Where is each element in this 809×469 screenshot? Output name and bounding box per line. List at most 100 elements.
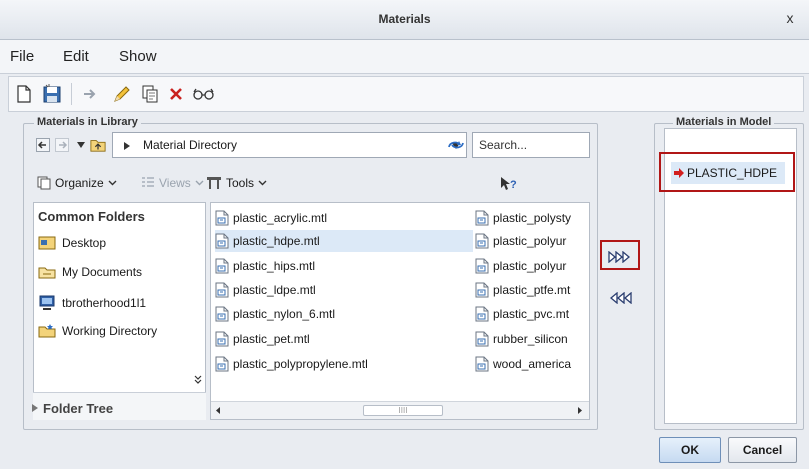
- pencil-icon[interactable]: [109, 81, 135, 107]
- file-item[interactable]: plastic_ptfe.mt: [475, 279, 589, 301]
- path-text: Material Directory: [143, 138, 238, 152]
- up-folder-icon[interactable]: [90, 136, 106, 154]
- remove-from-model-button[interactable]: [603, 285, 637, 311]
- folder-label: Working Directory: [62, 324, 158, 338]
- desktop-icon: [38, 236, 56, 250]
- file-item[interactable]: wood_america: [475, 353, 589, 375]
- file-item[interactable]: plastic_polyur: [475, 230, 589, 252]
- tools-button[interactable]: Tools: [206, 176, 267, 190]
- model-group-label: Materials in Model: [673, 116, 775, 128]
- material-file-icon: [475, 282, 489, 298]
- folder-label: tbrotherhood1l1: [62, 296, 147, 310]
- search-input[interactable]: Search...: [472, 132, 590, 158]
- common-folders-pane: Common Folders Desktop My Documents tbro…: [33, 202, 206, 420]
- new-icon[interactable]: [11, 81, 37, 107]
- file-name: plastic_ptfe.mt: [493, 283, 571, 297]
- cancel-button[interactable]: Cancel: [728, 437, 797, 463]
- breadcrumb-arrow-icon: [124, 142, 130, 150]
- tools-icon: [207, 177, 221, 189]
- menu-file[interactable]: File: [10, 48, 34, 65]
- file-item[interactable]: plastic_pet.mtl: [215, 328, 473, 350]
- scroll-thumb[interactable]: IIII: [363, 405, 443, 416]
- help-cursor-icon[interactable]: ?: [500, 176, 518, 192]
- file-item[interactable]: plastic_hips.mtl: [215, 255, 473, 277]
- file-name: plastic_pet.mtl: [233, 332, 310, 346]
- file-item[interactable]: rubber_silicon: [475, 328, 589, 350]
- folder-tree-label: Folder Tree: [43, 401, 114, 416]
- delete-icon[interactable]: [163, 81, 189, 107]
- documents-icon: [38, 267, 56, 279]
- file-name: wood_america: [493, 357, 572, 371]
- chevron-down-icon: [258, 180, 267, 186]
- glasses-icon[interactable]: [191, 81, 217, 107]
- arrow-right-icon[interactable]: [77, 81, 103, 107]
- horizontal-scrollbar[interactable]: IIII: [211, 401, 589, 419]
- file-name: plastic_hdpe.mtl: [233, 234, 320, 248]
- working-directory-icon: [38, 324, 56, 338]
- library-group-label: Materials in Library: [34, 116, 141, 128]
- file-list: plastic_acrylic.mtl plastic_hdpe.mtl plast…: [210, 202, 590, 420]
- history-dropdown-icon[interactable]: [73, 136, 89, 154]
- refresh-icon[interactable]: [446, 136, 466, 154]
- toolbar: [8, 76, 804, 112]
- menu-bar: File Edit Show: [0, 40, 809, 74]
- folder-item-desktop[interactable]: Desktop: [38, 235, 106, 251]
- file-name: plastic_polyur: [493, 234, 567, 248]
- menu-show[interactable]: Show: [119, 48, 157, 65]
- folder-label: My Documents: [62, 265, 143, 279]
- material-file-icon: [475, 306, 489, 322]
- organize-button[interactable]: Organize: [37, 176, 117, 190]
- scroll-right-icon[interactable]: [577, 406, 583, 415]
- file-name: plastic_hips.mtl: [233, 259, 316, 273]
- save-icon[interactable]: [39, 81, 65, 107]
- material-file-icon: [215, 356, 229, 372]
- scroll-left-icon[interactable]: [215, 406, 221, 415]
- path-combobox[interactable]: Material Directory: [112, 132, 467, 158]
- copy-icon[interactable]: [137, 81, 163, 107]
- material-file-icon: [475, 356, 489, 372]
- file-item[interactable]: plastic_acrylic.mtl: [215, 207, 473, 229]
- tools-label: Tools: [226, 176, 255, 190]
- file-item[interactable]: plastic_nylon_6.mtl: [215, 303, 473, 325]
- file-item[interactable]: plastic_polysty: [475, 207, 589, 229]
- menu-edit[interactable]: Edit: [63, 48, 89, 65]
- close-icon[interactable]: x: [781, 9, 799, 27]
- forward-arrow-icon[interactable]: [54, 136, 70, 154]
- back-arrow-icon[interactable]: [35, 136, 51, 154]
- svg-text:?: ?: [510, 179, 517, 191]
- material-file-icon: [215, 282, 229, 298]
- file-name: plastic_acrylic.mtl: [233, 211, 328, 225]
- chevron-down-icon: [108, 180, 117, 186]
- expand-more-icon[interactable]: [194, 375, 202, 385]
- views-label: Views: [159, 176, 191, 190]
- expand-arrow-icon: [32, 404, 38, 412]
- material-file-icon: [475, 258, 489, 274]
- folder-item-my-documents[interactable]: My Documents: [38, 264, 142, 280]
- material-file-icon: [475, 233, 489, 249]
- title-bar: Materials x: [0, 0, 809, 40]
- material-file-icon: [475, 331, 489, 347]
- folder-label: Desktop: [62, 236, 107, 250]
- computer-icon: [39, 295, 55, 310]
- material-file-icon: [215, 331, 229, 347]
- material-file-icon: [475, 210, 489, 226]
- folder-item-computer[interactable]: tbrotherhood1l1: [38, 295, 146, 311]
- file-item[interactable]: plastic_hdpe.mtl: [215, 230, 473, 252]
- annotation-highlight-model: [659, 152, 795, 192]
- folder-item-working-directory[interactable]: Working Directory: [38, 323, 157, 339]
- file-item[interactable]: plastic_polyur: [475, 255, 589, 277]
- ok-button[interactable]: OK: [659, 437, 721, 463]
- file-item[interactable]: plastic_polypropylene.mtl: [215, 353, 473, 375]
- file-name: plastic_nylon_6.mtl: [233, 307, 336, 321]
- common-folders-header: Common Folders: [38, 209, 145, 224]
- file-name: plastic_polysty: [493, 211, 572, 225]
- material-file-icon: [215, 233, 229, 249]
- file-name: plastic_ldpe.mtl: [233, 283, 316, 297]
- file-item[interactable]: plastic_pvc.mt: [475, 303, 589, 325]
- views-button[interactable]: Views: [141, 176, 204, 190]
- file-name: plastic_pvc.mt: [493, 307, 570, 321]
- file-item[interactable]: plastic_ldpe.mtl: [215, 279, 473, 301]
- file-name: plastic_polypropylene.mtl: [233, 357, 368, 371]
- folder-tree-toggle[interactable]: Folder Tree: [32, 392, 206, 420]
- material-file-icon: [215, 210, 229, 226]
